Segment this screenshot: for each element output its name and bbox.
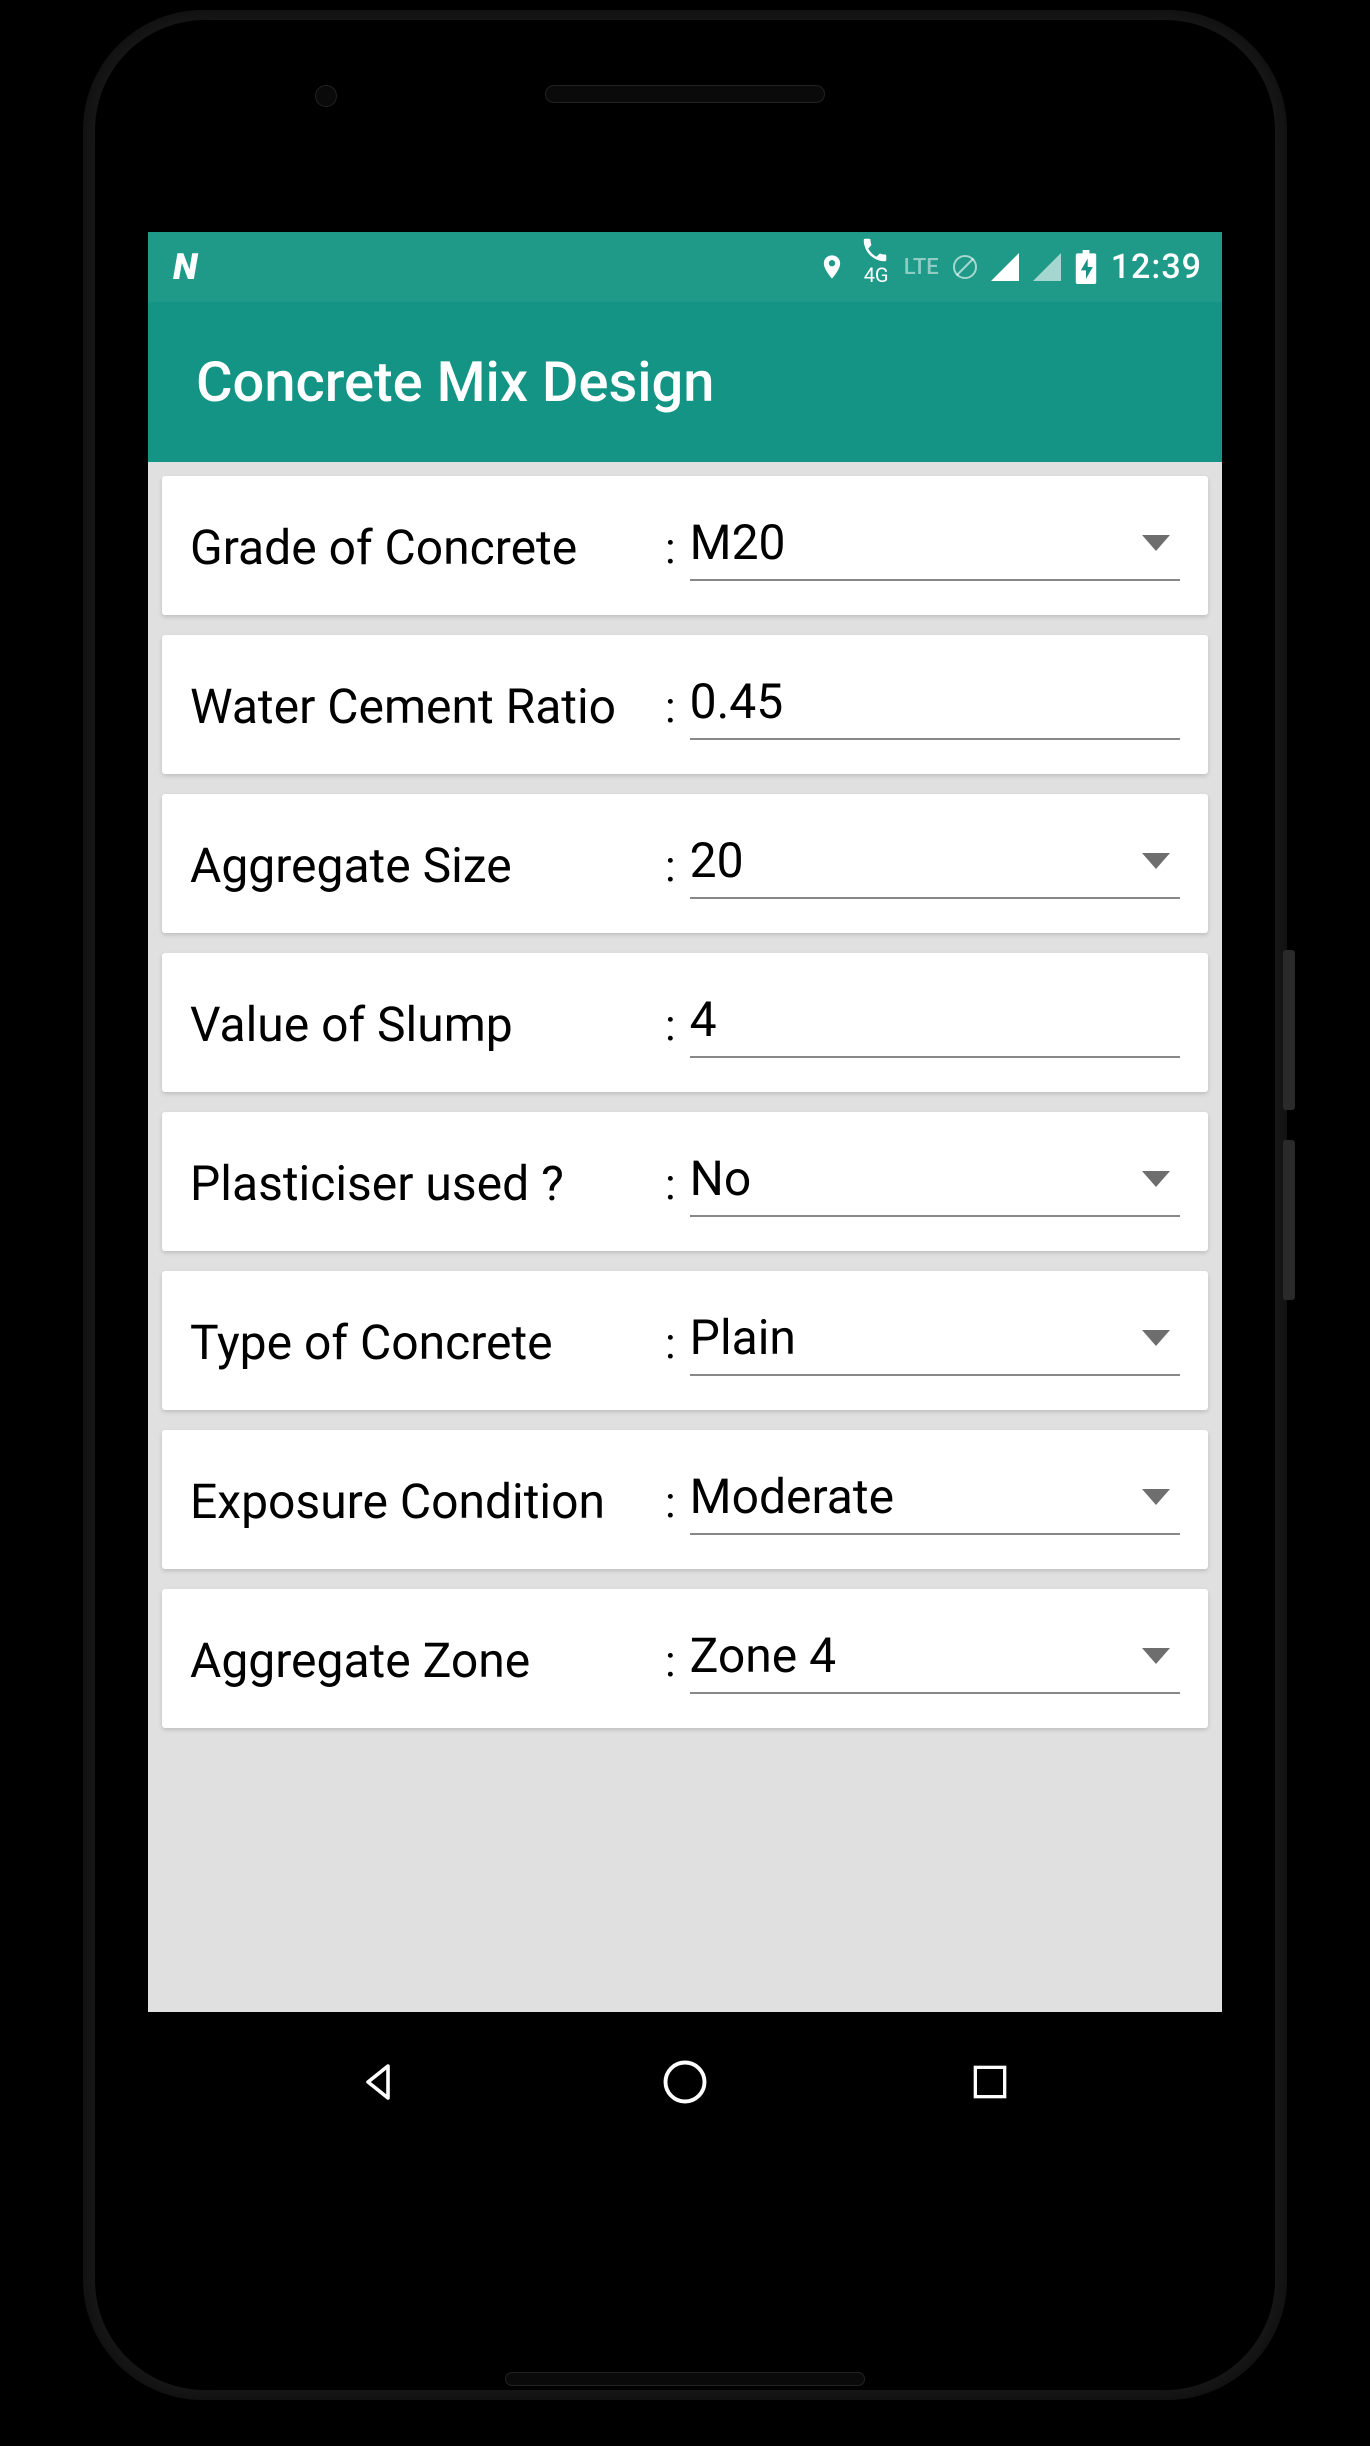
app-bar: Concrete Mix Design xyxy=(148,302,1222,462)
field-value: No xyxy=(690,1150,1142,1207)
network-4g-label: 4G xyxy=(864,263,889,287)
android-n-icon: N xyxy=(173,246,196,288)
field-label: Exposure Condition xyxy=(190,1473,665,1530)
phone-camera xyxy=(315,85,337,107)
phone-speaker xyxy=(545,85,825,103)
row-water-cement-ratio: Water Cement Ratio : 0.45 xyxy=(162,635,1208,774)
aggregate-size-select[interactable]: 20 xyxy=(690,832,1180,899)
field-label: Aggregate Size xyxy=(190,837,665,894)
colon: : xyxy=(665,1635,676,1687)
row-value-of-slump: Value of Slump : 4 xyxy=(162,953,1208,1092)
colon: : xyxy=(665,840,676,892)
signal-icon xyxy=(991,253,1019,281)
network-lte-label: LTE xyxy=(904,255,939,280)
field-value: Moderate xyxy=(690,1468,1142,1525)
row-aggregate-zone: Aggregate Zone : Zone 4 xyxy=(162,1589,1208,1728)
field-value: 0.45 xyxy=(690,673,1180,730)
phone-side-button xyxy=(1283,1140,1295,1300)
field-label: Type of Concrete xyxy=(190,1314,665,1371)
grade-of-concrete-select[interactable]: M20 xyxy=(690,514,1180,581)
form-content[interactable]: Grade of Concrete : M20 Water Cement Rat… xyxy=(148,462,1222,2012)
chevron-down-icon xyxy=(1142,1171,1170,1187)
phone-call-icon: 4G xyxy=(860,235,890,300)
phone-bottom-speaker xyxy=(505,2372,865,2386)
field-value: Zone 4 xyxy=(690,1627,1142,1684)
row-type-of-concrete: Type of Concrete : Plain xyxy=(162,1271,1208,1410)
row-plasticiser-used: Plasticiser used ? : No xyxy=(162,1112,1208,1251)
plasticiser-used-select[interactable]: No xyxy=(690,1150,1180,1217)
status-bar: N 4G LTE 12:39 xyxy=(148,232,1222,302)
chevron-down-icon xyxy=(1142,1648,1170,1664)
type-of-concrete-select[interactable]: Plain xyxy=(690,1309,1180,1376)
row-grade-of-concrete: Grade of Concrete : M20 xyxy=(162,476,1208,615)
field-value: 20 xyxy=(690,832,1142,889)
page-title: Concrete Mix Design xyxy=(196,349,714,415)
colon: : xyxy=(665,1317,676,1369)
chevron-down-icon xyxy=(1142,1330,1170,1346)
colon: : xyxy=(665,1476,676,1528)
screen: N 4G LTE 12:39 Concrete Mix Design Grade… xyxy=(148,232,1222,2152)
field-label: Value of Slump xyxy=(190,996,665,1053)
colon: : xyxy=(665,681,676,733)
battery-charging-icon xyxy=(1075,250,1097,284)
phone-side-button xyxy=(1283,950,1295,1110)
water-cement-ratio-input[interactable]: 0.45 xyxy=(690,673,1180,740)
colon: : xyxy=(665,999,676,1051)
field-label: Plasticiser used ? xyxy=(190,1155,665,1212)
back-button[interactable] xyxy=(345,2047,415,2117)
field-label: Aggregate Zone xyxy=(190,1632,665,1689)
status-bar-right: 4G LTE 12:39 xyxy=(818,235,1202,300)
colon: : xyxy=(665,1158,676,1210)
row-exposure-condition: Exposure Condition : Moderate xyxy=(162,1430,1208,1569)
field-value: M20 xyxy=(690,514,1142,571)
chevron-down-icon xyxy=(1142,1489,1170,1505)
signal-icon xyxy=(1033,253,1061,281)
home-button[interactable] xyxy=(650,2047,720,2117)
navigation-bar xyxy=(148,2012,1222,2152)
recents-button[interactable] xyxy=(955,2047,1025,2117)
chevron-down-icon xyxy=(1142,535,1170,551)
colon: : xyxy=(665,522,676,574)
row-aggregate-size: Aggregate Size : 20 xyxy=(162,794,1208,933)
field-label: Water Cement Ratio xyxy=(190,678,665,735)
no-sim-icon xyxy=(953,255,977,279)
location-icon xyxy=(818,251,846,283)
field-value: Plain xyxy=(690,1309,1142,1366)
value-of-slump-input[interactable]: 4 xyxy=(690,991,1180,1058)
field-label: Grade of Concrete xyxy=(190,519,665,576)
status-bar-left: N xyxy=(173,246,196,288)
field-value: 4 xyxy=(690,991,1180,1048)
status-bar-clock: 12:39 xyxy=(1111,247,1202,287)
aggregate-zone-select[interactable]: Zone 4 xyxy=(690,1627,1180,1694)
chevron-down-icon xyxy=(1142,853,1170,869)
exposure-condition-select[interactable]: Moderate xyxy=(690,1468,1180,1535)
